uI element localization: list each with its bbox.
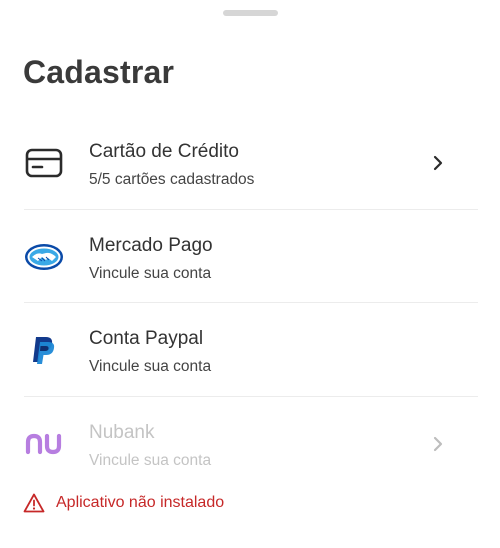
paypal-logo-icon bbox=[24, 330, 64, 370]
option-label: Nubank bbox=[89, 422, 155, 443]
option-subtitle: Vincule sua conta bbox=[89, 452, 212, 469]
warning-triangle-icon bbox=[23, 493, 45, 513]
option-subtitle: Vincule sua conta bbox=[89, 265, 212, 282]
app-not-installed-warning: Aplicativo não instalado bbox=[23, 490, 224, 516]
option-label: Mercado Pago bbox=[89, 235, 213, 256]
chevron-right-icon bbox=[433, 155, 443, 171]
chevron-right-icon bbox=[433, 436, 443, 452]
option-label: Cartão de Crédito bbox=[89, 141, 239, 162]
option-label: Conta Paypal bbox=[89, 328, 204, 349]
option-mercado-pago[interactable]: Mercado Pago Vincule sua conta bbox=[0, 213, 500, 305]
option-nubank[interactable]: Nubank Vincule sua conta bbox=[0, 400, 500, 492]
warning-text: Aplicativo não instalado bbox=[56, 494, 225, 511]
option-paypal[interactable]: Conta Paypal Vincule sua conta bbox=[0, 306, 500, 398]
sheet-title: Cadastrar bbox=[23, 54, 175, 90]
mercado-pago-logo-icon bbox=[24, 237, 64, 277]
divider bbox=[24, 302, 478, 303]
divider bbox=[24, 209, 478, 210]
nubank-logo-icon bbox=[24, 424, 64, 464]
option-credit-card[interactable]: Cartão de Crédito 5/5 cartões cadastrado… bbox=[0, 119, 500, 211]
option-subtitle: Vincule sua conta bbox=[89, 358, 212, 375]
option-subtitle: 5/5 cartões cadastrados bbox=[89, 171, 255, 188]
sheet-drag-handle[interactable] bbox=[223, 10, 278, 16]
divider bbox=[24, 396, 478, 397]
bottom-sheet: Cadastrar Cartão de Crédito 5/5 cartões … bbox=[0, 0, 500, 548]
credit-card-icon bbox=[24, 143, 64, 183]
